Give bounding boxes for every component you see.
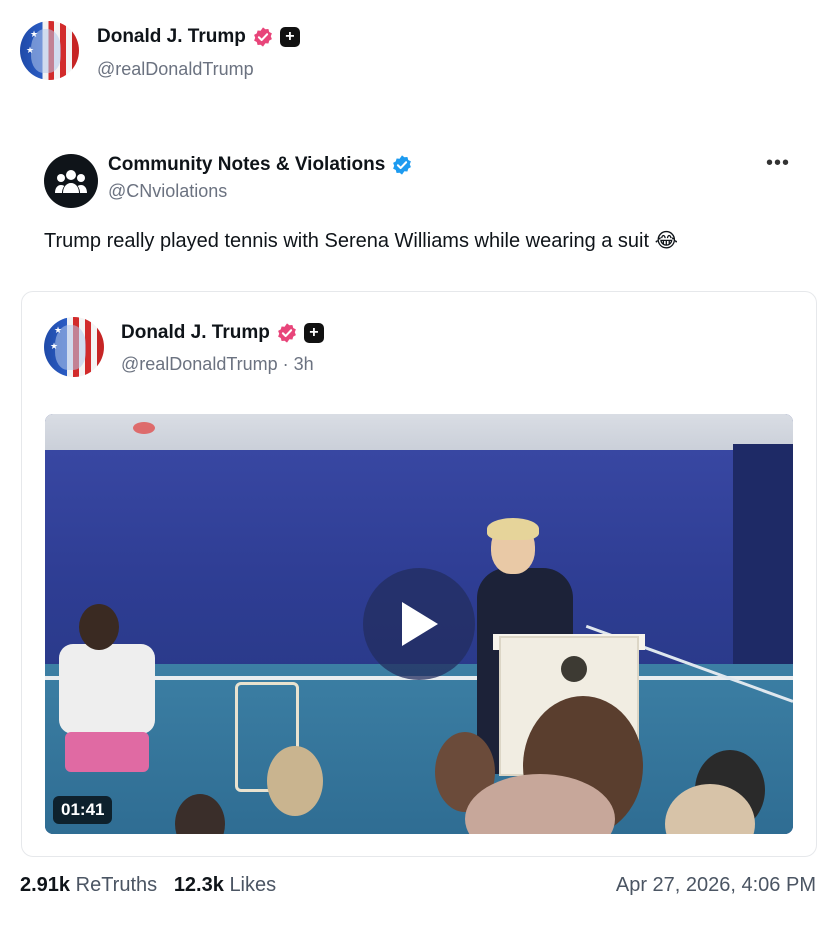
video-ceiling: [45, 414, 793, 454]
retruths-stat[interactable]: 2.91k ReTruths: [20, 874, 157, 896]
cn-account-name[interactable]: Community Notes & Violations: [108, 154, 385, 176]
play-button[interactable]: [363, 568, 475, 680]
likes-stat[interactable]: 12.3k Likes: [174, 874, 276, 896]
plus-badge-icon: +: [303, 323, 324, 343]
community-notes-avatar[interactable]: [44, 154, 98, 208]
author-name-row: Donald J. Trump +: [97, 26, 300, 48]
author-handle[interactable]: @realDonaldTrump: [97, 59, 254, 80]
people-group-icon: [55, 170, 87, 193]
laughing-emoji: 😂: [654, 230, 678, 252]
more-dots-icon[interactable]: •••: [766, 152, 790, 175]
embedded-author-avatar[interactable]: ★ ★: [44, 317, 104, 377]
embedded-name-row: Donald J. Trump +: [121, 322, 324, 344]
author-name[interactable]: Donald J. Trump: [97, 26, 246, 48]
likes-count: 12.3k: [173, 874, 224, 896]
quoted-post-card[interactable]: Community Notes & Violations @CNviolatio…: [22, 140, 818, 264]
retruths-count: 2.91k: [20, 874, 71, 896]
video-duration: 01:41: [53, 796, 113, 824]
quoted-post-body: Trump really played tennis with Serena W…: [44, 230, 650, 252]
plus-badge-icon: +: [279, 27, 300, 47]
embedded-author-name[interactable]: Donald J. Trump: [121, 322, 270, 344]
video-exit-light: [133, 422, 155, 434]
play-icon: [402, 602, 438, 646]
verified-blue-icon: [391, 154, 413, 176]
meta-separator: ·: [277, 354, 294, 374]
quoted-post-text: Trump really played tennis with Serena W…: [44, 228, 678, 253]
verified-badge-icon: [252, 26, 274, 48]
engagement-stats: 2.91k ReTruths 12.3k Likes: [20, 874, 276, 897]
verified-badge-icon: [276, 322, 298, 344]
video-crowd-3: [267, 746, 323, 816]
embedded-post-card[interactable]: ★ ★ Donald J. Trump + @realDonaldTrump ·…: [21, 291, 817, 857]
video-tennis-player: [49, 604, 159, 804]
video-backdrop-shadow: [733, 444, 793, 674]
cn-name-row: Community Notes & Violations: [108, 154, 413, 176]
embedded-handle-row: @realDonaldTrump · 3h: [121, 354, 314, 375]
video-player[interactable]: 01:41: [45, 414, 793, 834]
cn-account-handle[interactable]: @CNviolations: [108, 181, 227, 202]
post-timestamp[interactable]: Apr 27, 2026, 4:06 PM: [616, 874, 816, 897]
embedded-author-handle[interactable]: @realDonaldTrump: [121, 354, 278, 374]
video-podium-seal: [561, 656, 587, 682]
post-age[interactable]: 3h: [294, 354, 314, 374]
likes-label: Likes: [229, 874, 277, 896]
retruths-label: ReTruths: [75, 874, 158, 896]
author-avatar[interactable]: ★ ★: [20, 21, 79, 80]
